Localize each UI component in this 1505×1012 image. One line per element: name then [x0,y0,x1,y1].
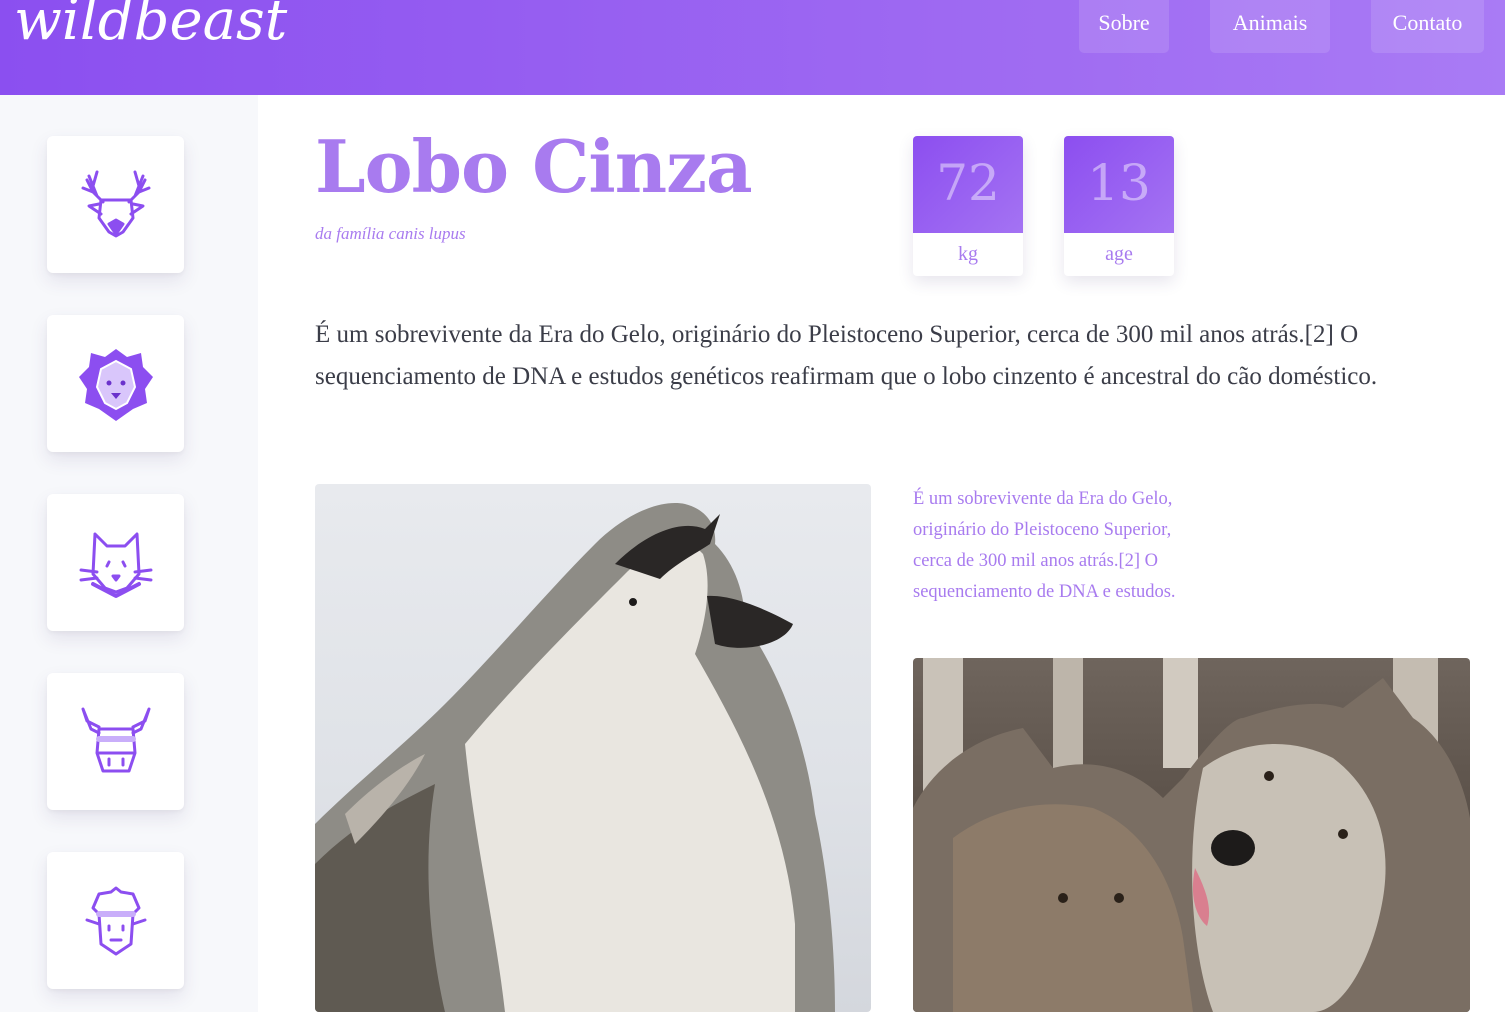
deer-icon [81,170,150,237]
howling-wolf-photo [315,484,871,1012]
age-stat-card: 13 age [1064,136,1174,276]
animal-description: É um sobrevivente da Era do Gelo, origin… [315,321,1378,390]
cat-icon [79,532,152,598]
side-description: É um sobrevivente da Era do Gelo, origin… [913,489,1176,602]
wolf-pair-illustration [913,658,1470,1012]
wolf-pair-photo [913,658,1470,1012]
sidebar-item-lion[interactable] [47,315,184,452]
age-value: 13 [1064,136,1174,233]
howling-wolf-illustration [315,503,835,1012]
weight-unit: kg [958,243,978,265]
weight-stat-card: 72 kg [913,136,1023,276]
nav-animais-link[interactable]: Animais [1210,0,1330,53]
sidebar-item-sheep[interactable] [47,852,184,989]
site-header: wildbeast Sobre Animais Contato [0,0,1505,95]
bull-icon [81,707,150,772]
page-title: Lobo Cinza [315,124,753,209]
animal-family: da família canis lupus [315,224,466,243]
sidebar-item-deer[interactable] [47,136,184,273]
nav-sobre-link[interactable]: Sobre [1079,0,1169,53]
nav-contato-link[interactable]: Contato [1371,0,1484,53]
weight-value: 72 [913,136,1023,233]
lion-icon [78,348,153,421]
age-unit: age [1105,243,1133,265]
sidebar-item-bull[interactable] [47,673,184,810]
sidebar-item-cat[interactable] [47,494,184,631]
site-logo[interactable]: wildbeast [14,0,287,53]
animal-sidebar [0,95,258,1012]
sheep-icon [85,886,146,955]
